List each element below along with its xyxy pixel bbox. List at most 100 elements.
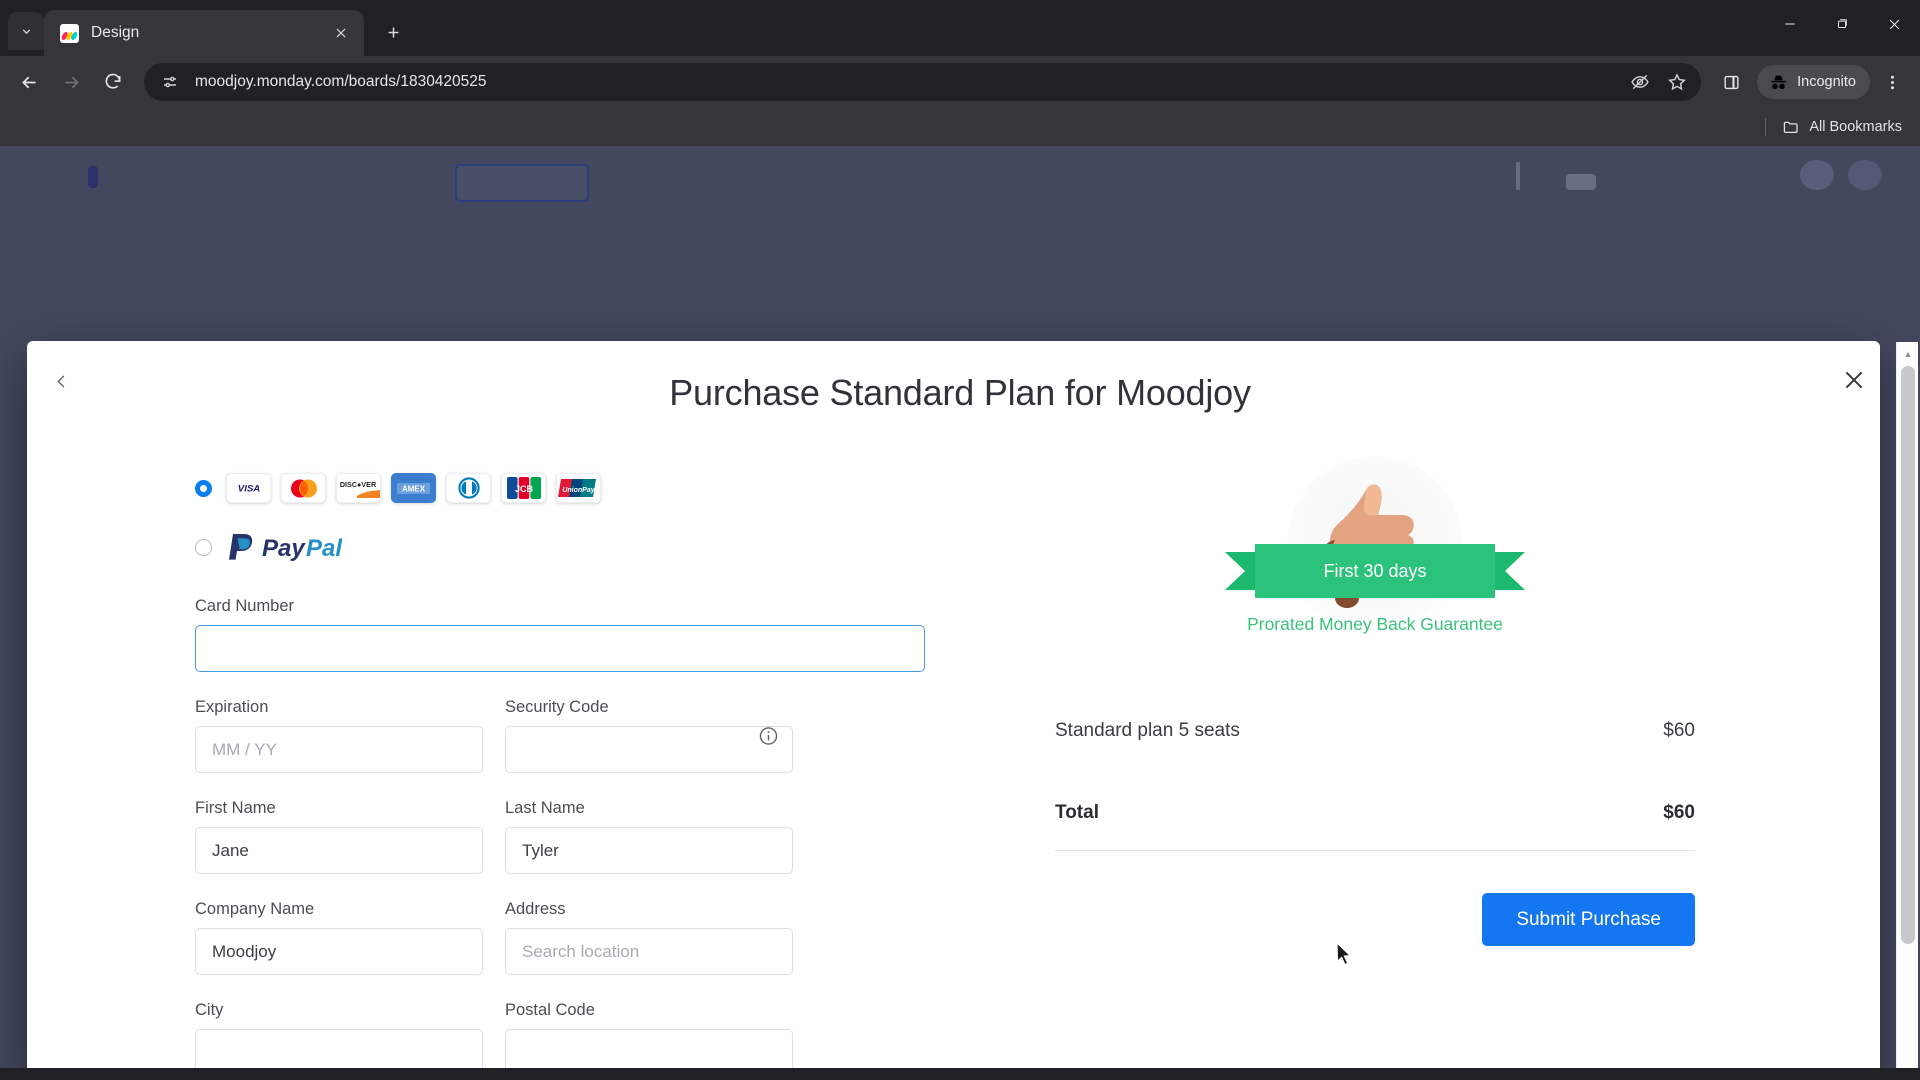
window-controls — [1764, 0, 1920, 48]
eye-slash-icon[interactable] — [1628, 70, 1652, 94]
address-bar[interactable]: moodjoy.monday.com/boards/1830420525 — [144, 63, 1702, 101]
maximize-icon — [1838, 19, 1847, 28]
name-row: First Name Last Name — [195, 799, 925, 874]
close-icon — [1889, 19, 1899, 29]
credit-card-radio[interactable] — [195, 479, 212, 497]
scrollbar-thumb[interactable] — [1901, 366, 1915, 944]
field-last-name: Last Name — [505, 799, 793, 874]
paypal-radio[interactable] — [195, 538, 212, 556]
field-security-code: Security Code — [505, 698, 793, 773]
bookmarks-bar: All Bookmarks — [0, 108, 1920, 146]
monday-logo-icon — [60, 23, 79, 43]
payment-method-credit-card[interactable]: VISA DISC●VER AMEX JCB UnionPay — [195, 466, 925, 510]
svg-text:AMEX: AMEX — [402, 484, 426, 493]
summary-divider — [1055, 850, 1695, 851]
field-expiration: Expiration — [195, 698, 483, 773]
field-company-name: Company Name — [195, 900, 483, 975]
window-minimize-button[interactable] — [1764, 0, 1816, 48]
security-code-label: Security Code — [505, 698, 609, 716]
forward-arrow-icon — [64, 76, 79, 88]
address-input[interactable] — [505, 928, 793, 975]
page-viewport: Purchase Standard Plan for Moodjoy VISA — [0, 146, 1920, 1068]
three-dot-menu-icon[interactable] — [1874, 64, 1910, 100]
summary-total: Total $60 — [1055, 802, 1695, 824]
site-settings-icon[interactable] — [158, 70, 182, 94]
visa-icon: VISA — [226, 473, 271, 503]
line-item-label: Standard plan 5 seats — [1055, 720, 1240, 741]
info-circle-icon[interactable] — [758, 725, 779, 746]
incognito-hat-icon — [1771, 75, 1786, 89]
nav-forward-button[interactable] — [52, 63, 90, 101]
svg-text:UnionPay: UnionPay — [562, 487, 595, 494]
company-name-label: Company Name — [195, 900, 315, 918]
nav-back-button[interactable] — [10, 63, 48, 101]
browser-chrome: Design moodjoy.monday.com/boards/1830420… — [0, 0, 1920, 146]
browser-toolbar: moodjoy.monday.com/boards/1830420525 Inc… — [0, 56, 1920, 108]
modal-scrollbar[interactable]: ▲ ▼ — [1896, 342, 1918, 1068]
reload-icon — [105, 73, 121, 89]
city-label: City — [195, 1001, 224, 1019]
last-name-input[interactable] — [505, 827, 793, 874]
company-name-input[interactable] — [195, 928, 483, 975]
scroll-up-arrow-icon[interactable]: ▲ — [1897, 344, 1919, 363]
star-icon[interactable] — [1665, 70, 1689, 94]
total-label: Total — [1055, 802, 1099, 823]
folder-icon — [1784, 121, 1798, 134]
money-back-guarantee: First 30 days Prorated Money Back Guaran… — [1055, 456, 1695, 706]
close-icon — [336, 28, 346, 38]
submit-row: Submit Purchase — [1055, 893, 1695, 946]
nav-reload-button[interactable] — [94, 63, 132, 101]
security-code-input[interactable] — [505, 726, 793, 773]
payment-method-list: VISA DISC●VER AMEX JCB UnionPay Pay Pal — [195, 466, 925, 567]
back-arrow-icon — [21, 76, 36, 88]
field-city: City — [195, 1001, 483, 1068]
incognito-indicator[interactable]: Incognito — [1757, 65, 1870, 99]
payment-form: VISA DISC●VER AMEX JCB UnionPay Pay Pal … — [195, 466, 925, 1068]
field-address: Address — [505, 900, 793, 975]
incognito-label: Incognito — [1797, 74, 1856, 90]
field-first-name: First Name — [195, 799, 483, 874]
chevron-down-icon — [22, 28, 30, 34]
svg-text:VISA: VISA — [237, 484, 259, 495]
svg-text:JCB: JCB — [514, 484, 533, 494]
side-panel-icon[interactable] — [1713, 64, 1749, 100]
svg-text:DISC●VER: DISC●VER — [340, 480, 377, 489]
payment-method-paypal[interactable]: Pay Pal — [195, 527, 925, 567]
scroll-down-arrow-icon[interactable]: ▼ — [1897, 1063, 1919, 1069]
plus-icon — [388, 27, 398, 37]
window-close-button[interactable] — [1868, 0, 1920, 48]
all-bookmarks-button[interactable]: All Bookmarks — [1776, 114, 1908, 140]
tab-strip: Design — [0, 0, 1920, 56]
accepted-cards: VISA DISC●VER AMEX JCB UnionPay — [226, 473, 601, 503]
ribbon-label: First 30 days — [1255, 544, 1495, 598]
field-card-number: Card Number — [195, 597, 925, 672]
expiration-label: Expiration — [195, 698, 269, 716]
new-tab-button[interactable] — [374, 13, 412, 51]
last-name-label: Last Name — [505, 799, 585, 817]
postal-code-input[interactable] — [505, 1029, 793, 1068]
total-amount: $60 — [1663, 802, 1695, 823]
first-name-input[interactable] — [195, 827, 483, 874]
minimize-icon — [1785, 23, 1795, 25]
company-address-row: Company Name Address — [195, 900, 925, 975]
city-postal-row: City Postal Code — [195, 1001, 925, 1068]
browser-tab[interactable]: Design — [44, 10, 364, 56]
submit-purchase-button[interactable]: Submit Purchase — [1482, 893, 1695, 946]
card-number-label: Card Number — [195, 597, 295, 615]
expiration-input[interactable] — [195, 726, 483, 773]
bookmarks-divider — [1765, 118, 1767, 136]
card-number-input[interactable] — [195, 625, 925, 672]
all-bookmarks-label: All Bookmarks — [1809, 119, 1902, 135]
address-label: Address — [505, 900, 566, 918]
tab-close-button[interactable] — [328, 20, 354, 46]
guarantee-note: Prorated Money Back Guarantee — [1247, 614, 1503, 634]
line-item-amount: $60 — [1663, 720, 1695, 741]
page-title: Purchase Standard Plan for Moodjoy — [669, 372, 1251, 413]
guarantee-ribbon: First 30 days — [1225, 544, 1525, 598]
first-name-label: First Name — [195, 799, 276, 817]
tab-search-button[interactable] — [8, 12, 44, 50]
window-maximize-button[interactable] — [1816, 0, 1868, 48]
mastercard-icon — [281, 473, 326, 503]
summary-line-item: Standard plan 5 seats $60 — [1055, 720, 1695, 742]
city-input[interactable] — [195, 1029, 483, 1068]
